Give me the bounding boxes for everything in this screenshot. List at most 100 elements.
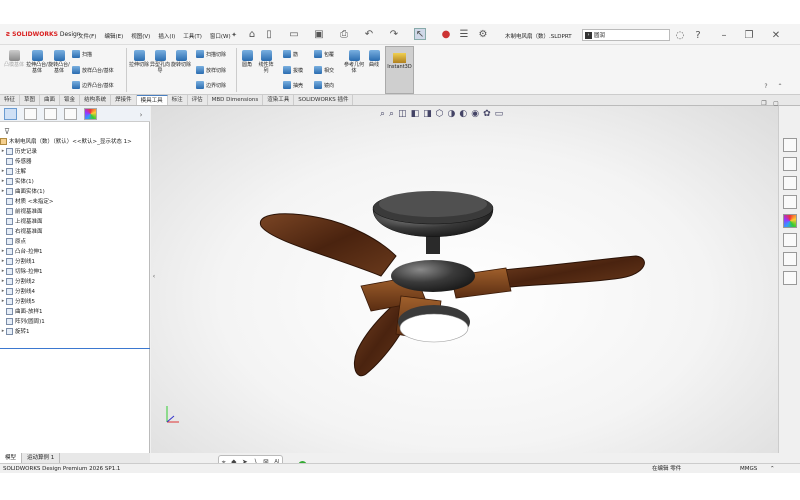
options-gear-icon[interactable]: ⚙ <box>477 28 489 40</box>
tab-surfaces[interactable]: 曲面 <box>40 95 61 105</box>
ribbon-collapse-icon[interactable]: ⌃ <box>774 80 786 92</box>
loft-cut-button[interactable]: 放样切除 <box>196 66 226 74</box>
tree-item[interactable]: ▸ 切除-拉伸1 <box>0 266 150 276</box>
menu-edit[interactable]: 编辑(E) <box>104 32 123 40</box>
zoom-area-icon[interactable]: ⌕ <box>389 109 394 119</box>
loft-button[interactable]: 放样凸台/基体 <box>72 66 114 74</box>
extrude-cut-button[interactable]: 拉伸切除 <box>129 50 149 68</box>
display-manager-tab-icon[interactable] <box>84 108 97 120</box>
rebuild-traffic-light-icon[interactable]: ● <box>440 28 452 40</box>
search-box[interactable]: › 圆润 <box>582 29 670 41</box>
dynamic-annotation-icon[interactable]: ◨ <box>423 109 432 119</box>
boundary-cut-button[interactable]: 边界切除 <box>196 81 226 89</box>
design-library-icon[interactable] <box>783 157 797 171</box>
revolve-boss-button[interactable]: 旋转凸台/基体 <box>48 50 70 74</box>
menu-insert[interactable]: 插入(I) <box>158 32 175 40</box>
tree-root[interactable]: 木制电风扇（数）（默认）<<默认>_显示状态 1> <box>0 136 150 146</box>
redo-icon[interactable]: ↷ <box>388 28 400 40</box>
linear-pattern-button[interactable]: 线性阵列 <box>257 50 275 74</box>
print-icon[interactable]: ⎙ <box>338 28 350 40</box>
tree-item[interactable]: 阵列(圆周)1 <box>0 316 150 326</box>
tab-sketch[interactable]: 草图 <box>20 95 41 105</box>
curves-button[interactable]: 曲线 <box>365 50 383 68</box>
tab-motion-study[interactable]: 运动算例 1 <box>22 453 61 463</box>
tree-item[interactable]: ▸ 实体(1) <box>0 176 150 186</box>
shell-button[interactable]: 抽壳 <box>283 81 303 89</box>
tree-item[interactable]: 传感器 <box>0 156 150 166</box>
menu-view[interactable]: 视图(V) <box>131 32 150 40</box>
tree-item[interactable]: 右视基准面 <box>0 226 150 236</box>
property-manager-tab-icon[interactable] <box>24 108 37 120</box>
appearances-icon[interactable] <box>783 214 797 228</box>
tab-model[interactable]: 模型 <box>0 453 23 463</box>
instant3d-button[interactable]: Instant3D <box>385 46 414 94</box>
close-icon[interactable]: ✕ <box>770 29 782 41</box>
hole-wizard-button[interactable]: 异型孔向导 <box>150 50 170 74</box>
tree-item[interactable]: ▸ 分割线5 <box>0 296 150 306</box>
forum-icon[interactable] <box>783 252 797 266</box>
extrude-boss-button[interactable]: 拉伸凸台/基体 <box>26 50 48 74</box>
undo-icon[interactable]: ↶ <box>363 28 375 40</box>
panel-collapse-arrow-icon[interactable]: ‹ <box>152 270 156 282</box>
rib-button[interactable]: 筋 <box>283 50 298 58</box>
tab-sheet-metal[interactable]: 钣金 <box>60 95 81 105</box>
fan-model[interactable] <box>151 106 778 453</box>
edit-appearance-icon[interactable]: ◉ <box>471 109 479 119</box>
tab-structure-system[interactable]: 结构系统 <box>80 95 112 105</box>
tree-item[interactable]: ▸ 历史记录 <box>0 146 150 156</box>
solidworks-resources-icon[interactable] <box>783 138 797 152</box>
dimxpert-tab-icon[interactable] <box>64 108 77 120</box>
wrap-button[interactable]: 包覆 <box>314 50 334 58</box>
app-logo[interactable]: ƨ SOLIDWORKS Design <box>6 30 81 38</box>
configuration-manager-tab-icon[interactable] <box>44 108 57 120</box>
zoom-to-fit-icon[interactable]: ⌕ <box>380 109 385 119</box>
tree-item[interactable]: ▸ 分割线4 <box>0 286 150 296</box>
view-orientation-icon[interactable]: ⬡ <box>436 109 444 119</box>
tree-item[interactable]: ▸ 分割线2 <box>0 276 150 286</box>
tab-render-tools[interactable]: 渲染工具 <box>263 95 295 105</box>
new-document-icon[interactable]: ▯ <box>263 28 275 40</box>
file-properties-icon[interactable]: ☰ <box>458 28 470 40</box>
tab-evaluate[interactable]: 评估 <box>188 95 208 105</box>
apply-scene-icon[interactable]: ✿ <box>483 109 491 119</box>
tree-item[interactable]: 上视基准面 <box>0 216 150 226</box>
tab-markup[interactable]: 标注 <box>168 95 188 105</box>
tree-item[interactable]: 前视基准面 <box>0 206 150 216</box>
help-icon[interactable]: ? <box>692 29 704 41</box>
reference-geometry-button[interactable]: 参考几何体 <box>344 50 364 74</box>
tree-item[interactable]: ▸ 曲面实体(1) <box>0 186 150 196</box>
view-palette-icon[interactable] <box>783 195 797 209</box>
search-input[interactable]: 圆润 <box>594 31 605 39</box>
restore-icon[interactable]: ❐ <box>743 29 755 41</box>
sweep-button[interactable]: 扫描 <box>72 50 92 58</box>
section-view-icon[interactable]: ◧ <box>411 109 420 119</box>
home-icon[interactable]: ⌂ <box>246 28 258 40</box>
tree-item[interactable]: ▸ 旋转1 <box>0 326 150 336</box>
tab-mbd-dimensions[interactable]: MBD Dimensions <box>208 95 264 105</box>
custom-properties-icon[interactable] <box>783 233 797 247</box>
tab-weldments[interactable]: 焊接件 <box>111 95 137 105</box>
hide-show-icon[interactable]: ◐ <box>459 109 467 119</box>
tree-item[interactable]: ▸ 凸台-拉伸1 <box>0 246 150 256</box>
solidworks-addins-icon[interactable] <box>783 271 797 285</box>
save-icon[interactable]: ▣ <box>313 28 325 40</box>
minimize-icon[interactable]: – <box>718 29 730 41</box>
fillet-button[interactable]: 圆角 <box>239 50 255 68</box>
intersect-button[interactable]: 相交 <box>314 66 334 74</box>
tree-item[interactable]: 曲面-放样1 <box>0 306 150 316</box>
viewport-restore-icon[interactable]: ❐ <box>758 97 770 109</box>
user-icon[interactable]: ◌ <box>674 29 686 41</box>
tab-solidworks-addins[interactable]: SOLIDWORKS 插件 <box>294 95 354 105</box>
display-style-icon[interactable]: ◑ <box>448 109 456 119</box>
panel-expand-icon[interactable]: › <box>135 109 147 121</box>
pin-icon[interactable]: ✦ <box>228 29 240 41</box>
draft-button[interactable]: 拔模 <box>283 66 303 74</box>
menu-tools[interactable]: 工具(T) <box>183 32 202 40</box>
menu-file[interactable]: 文件(F) <box>78 32 96 40</box>
tab-mold-tools[interactable]: 模具工具 <box>136 95 168 105</box>
tree-item[interactable]: ▸ 注解 <box>0 166 150 176</box>
rollback-bar[interactable] <box>0 348 150 349</box>
mirror-button[interactable]: 镜向 <box>314 81 334 89</box>
select-cursor-icon[interactable]: ↖ <box>414 28 426 40</box>
file-explorer-icon[interactable] <box>783 176 797 190</box>
